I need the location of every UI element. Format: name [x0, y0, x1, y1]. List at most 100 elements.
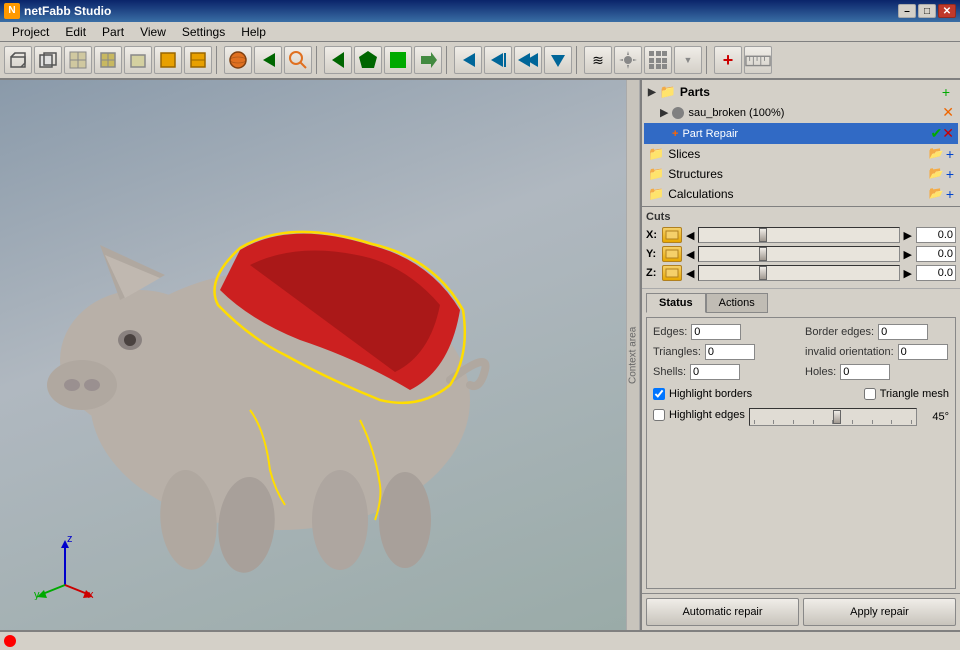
app-icon: N: [4, 3, 20, 19]
tab-content-status: Edges: 0 Border edges: 0 Triangles: 0 in…: [646, 317, 956, 589]
toolbar-btn-box5[interactable]: [124, 46, 152, 74]
cut-y-slider[interactable]: [698, 246, 899, 262]
slices-folder-icon: 📁: [648, 146, 664, 162]
cut-y-toggle[interactable]: [662, 246, 682, 262]
part-repair-check-icon[interactable]: ✔: [931, 125, 943, 142]
cut-x-thumb[interactable]: [759, 228, 767, 242]
axes-indicator: z y x: [30, 530, 100, 600]
cut-z-left-arrow[interactable]: ◀: [686, 267, 694, 280]
status-indicator: [4, 635, 16, 647]
apply-repair-button[interactable]: Apply repair: [803, 598, 956, 626]
toolbar-btn-front[interactable]: [4, 46, 32, 74]
structures-open-icon[interactable]: 📂: [929, 166, 944, 182]
toolbar-btn-wave[interactable]: ≋: [584, 46, 612, 74]
toolbar-btn-box6[interactable]: [154, 46, 182, 74]
parts-add-button[interactable]: +: [938, 84, 954, 100]
cut-y-thumb[interactable]: [759, 247, 767, 261]
toolbar-btn-box4[interactable]: [94, 46, 122, 74]
status-grid: Edges: 0 Border edges: 0 Triangles: 0 in…: [653, 324, 949, 380]
part-repair-label: Part Repair: [682, 128, 930, 140]
toolbar-btn-arrow-blue-left3[interactable]: [514, 46, 542, 74]
slices-open-icon[interactable]: 📂: [929, 146, 944, 162]
toolbar-btn-plus-red[interactable]: +: [714, 46, 742, 74]
cut-x-slider[interactable]: [698, 227, 899, 243]
highlight-edges-checkbox[interactable]: [653, 409, 665, 421]
automatic-repair-button[interactable]: Automatic repair: [646, 598, 799, 626]
structures-folder-row[interactable]: 📁 Structures 📂 +: [644, 164, 958, 184]
tree-row-sau-broken[interactable]: ▶ sau_broken (100%) ✕: [644, 102, 958, 123]
toolbar-btn-arrow-right-tail[interactable]: [414, 46, 442, 74]
cut-row-y: Y: ◀ ▶ 0.0: [646, 246, 956, 262]
highlight-borders-checkbox[interactable]: [653, 388, 665, 400]
maximize-button[interactable]: □: [918, 4, 936, 18]
cut-row-z: Z: ◀ ▶ 0.0: [646, 265, 956, 281]
menu-project[interactable]: Project: [4, 23, 57, 41]
menu-view[interactable]: View: [132, 23, 174, 41]
angle-slider[interactable]: [749, 408, 917, 426]
svg-text:z: z: [67, 533, 73, 545]
tab-actions[interactable]: Actions: [706, 293, 768, 313]
toolbar-btn-nav-left[interactable]: [324, 46, 352, 74]
titlebar: N netFabb Studio – □ ✕: [0, 0, 960, 22]
invalid-orientation-value: 0: [898, 344, 948, 360]
toolbar-btn-arrow-left[interactable]: [254, 46, 282, 74]
triangle-mesh-checkbox[interactable]: [864, 388, 876, 400]
part-repair-plus-icon: +: [672, 128, 678, 140]
calculations-folder-row[interactable]: 📁 Calculations 📂 +: [644, 184, 958, 204]
tab-status[interactable]: Status: [646, 293, 706, 313]
calculations-open-icon[interactable]: 📂: [929, 186, 944, 202]
toolbar-btn-down-arrow[interactable]: [544, 46, 572, 74]
toolbar-btn-magnify[interactable]: [284, 46, 312, 74]
menu-edit[interactable]: Edit: [57, 23, 94, 41]
triangles-value: 0: [705, 344, 755, 360]
toolbar-btn-box3[interactable]: [64, 46, 92, 74]
minimize-button[interactable]: –: [898, 4, 916, 18]
3d-viewport[interactable]: z y x: [0, 80, 626, 630]
triangles-row: Triangles: 0: [653, 344, 797, 360]
toolbar-btn-ruler[interactable]: [744, 46, 772, 74]
menu-part[interactable]: Part: [94, 23, 132, 41]
toolbar-btn-square-green[interactable]: [384, 46, 412, 74]
cut-z-value[interactable]: 0.0: [916, 265, 956, 281]
menubar: Project Edit Part View Settings Help: [0, 22, 960, 42]
cut-y-right-arrow[interactable]: ▶: [904, 248, 912, 261]
cut-y-left-arrow[interactable]: ◀: [686, 248, 694, 261]
menu-settings[interactable]: Settings: [174, 23, 233, 41]
toolbar-btn-sphere[interactable]: [224, 46, 252, 74]
toolbar-btn-box2[interactable]: [34, 46, 62, 74]
expand-chevron[interactable]: ▶: [648, 87, 656, 98]
cut-x-value[interactable]: 0.0: [916, 227, 956, 243]
menu-help[interactable]: Help: [233, 23, 274, 41]
calculations-label: Calculations: [668, 187, 733, 201]
edges-value: 0: [691, 324, 741, 340]
part-repair-remove-icon[interactable]: ✕: [942, 125, 954, 142]
cut-x-right-arrow[interactable]: ▶: [904, 229, 912, 242]
tree-row-part-repair[interactable]: + Part Repair ✔ ✕: [644, 123, 958, 144]
toolbar-btn-arrow-blue-left[interactable]: [454, 46, 482, 74]
cut-z-thumb[interactable]: [759, 266, 767, 280]
slices-folder-row[interactable]: 📁 Slices 📂 +: [644, 144, 958, 164]
toolbar-btn-box7[interactable]: [184, 46, 212, 74]
window-title: netFabb Studio: [24, 4, 898, 18]
toolbar-btn-arrow-blue-left2[interactable]: [484, 46, 512, 74]
close-button[interactable]: ✕: [938, 4, 956, 18]
cut-x-left-arrow[interactable]: ◀: [686, 229, 694, 242]
cut-x-toggle[interactable]: [662, 227, 682, 243]
status-bar: [0, 630, 960, 650]
highlight-borders-label: Highlight borders: [669, 388, 752, 400]
edges-row: Edges: 0: [653, 324, 797, 340]
cut-y-value[interactable]: 0.0: [916, 246, 956, 262]
toolbar-btn-gear[interactable]: [614, 46, 642, 74]
structures-add-icon[interactable]: +: [946, 166, 954, 182]
sau-remove-icon[interactable]: ✕: [942, 104, 954, 121]
calculations-add-icon[interactable]: +: [946, 186, 954, 202]
slices-add-icon[interactable]: +: [946, 146, 954, 162]
cut-z-slider[interactable]: [698, 265, 899, 281]
toolbar-btn-grid[interactable]: [644, 46, 672, 74]
parts-folder-icon: 📁: [660, 84, 676, 100]
toolbar-btn-grid-arrow[interactable]: ▼: [674, 46, 702, 74]
toolbar-btn-pentagon[interactable]: [354, 46, 382, 74]
cut-z-toggle[interactable]: [662, 265, 682, 281]
cut-z-right-arrow[interactable]: ▶: [904, 267, 912, 280]
border-edges-row: Border edges: 0: [805, 324, 949, 340]
